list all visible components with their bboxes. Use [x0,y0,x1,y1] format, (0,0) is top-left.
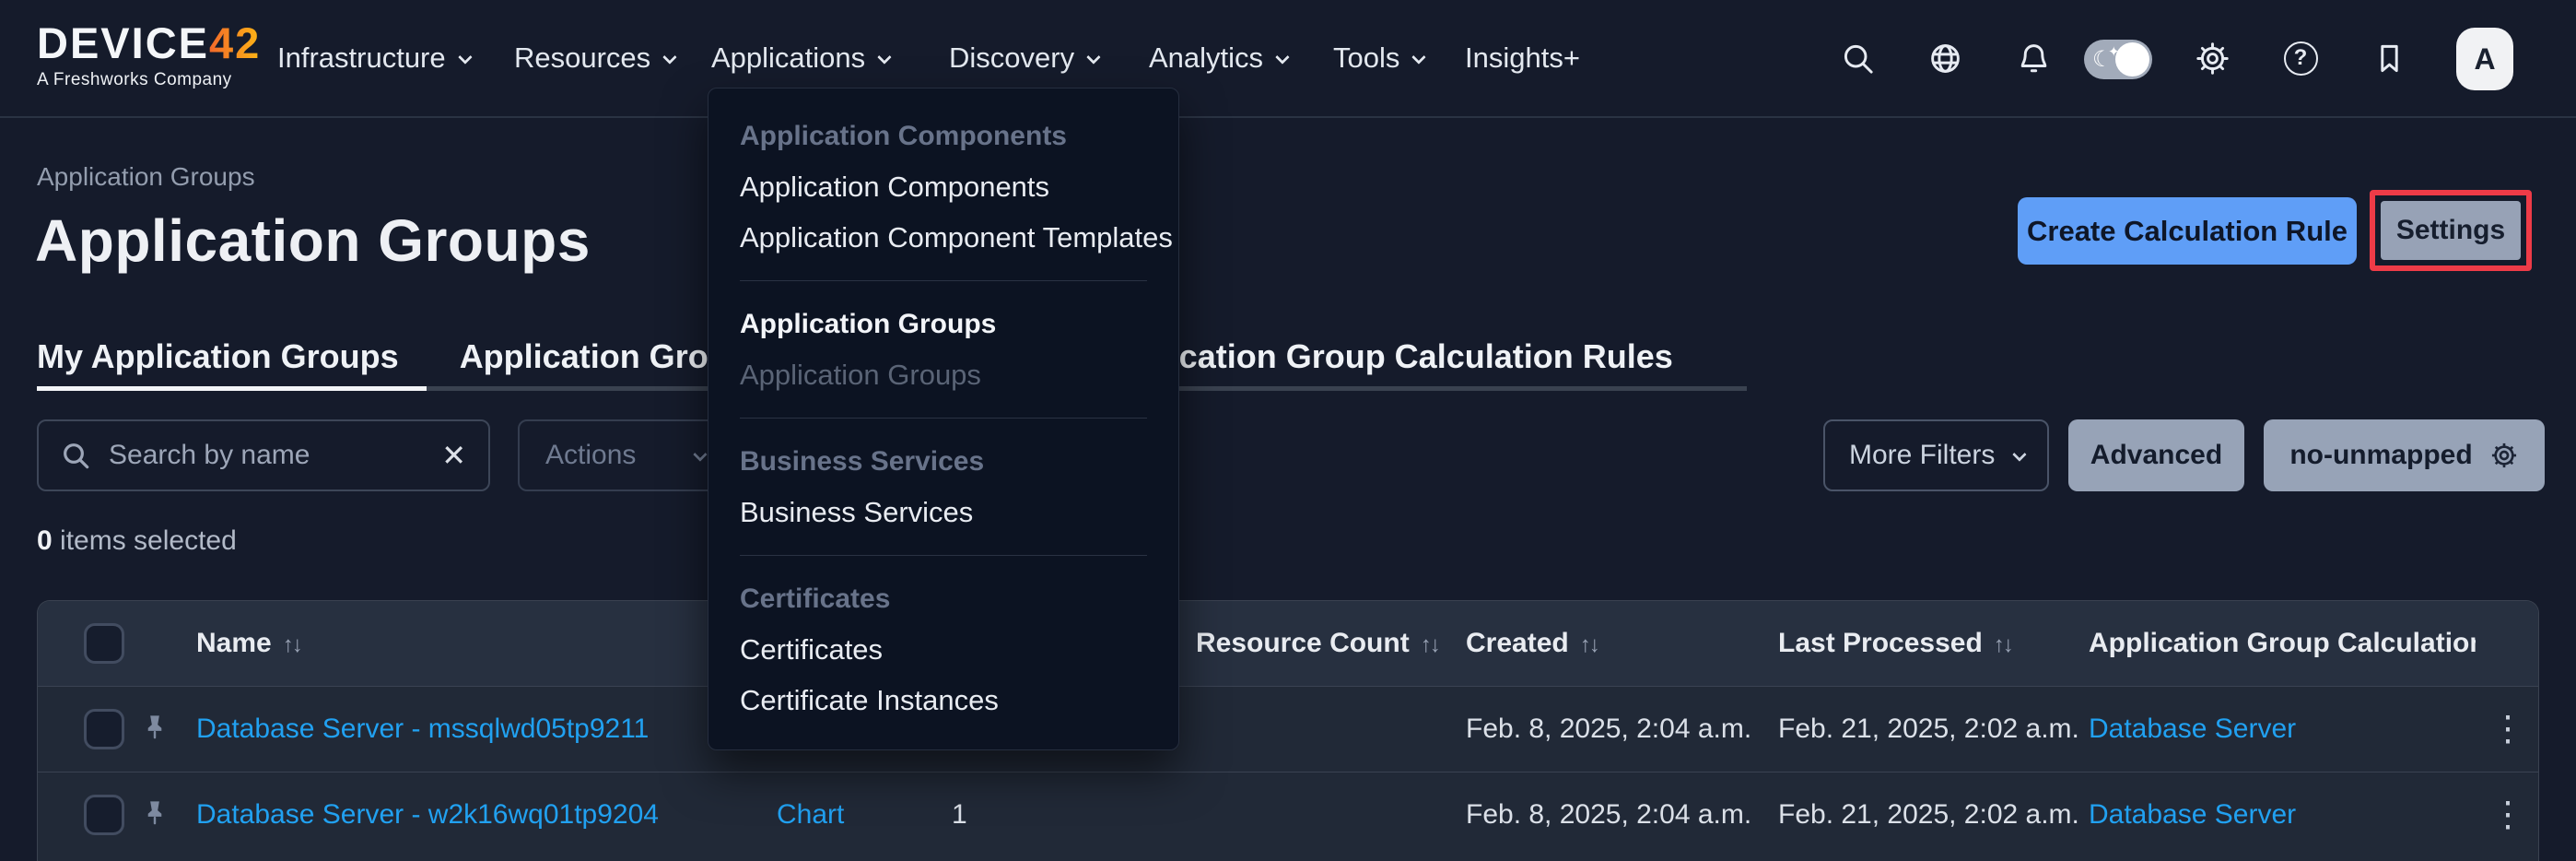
chevron-down-icon [662,50,677,65]
search-icon[interactable] [1836,0,1879,116]
toggle-knob [2115,42,2149,77]
clear-search-icon[interactable]: ✕ [441,438,466,473]
application-group-link[interactable]: Database Server - w2k16wq01tp9204 [196,799,659,830]
search-input[interactable]: Search by name ✕ [37,419,490,491]
menu-section-application-groups: Application Groups [708,299,1178,349]
menu-section-application-components: Application Components [708,111,1178,161]
calculation-rule-link[interactable]: Database Server [2089,799,2296,830]
chevron-down-icon [1412,50,1427,65]
column-header-calculation-rule[interactable]: Application Group Calculation R [2089,628,2476,659]
user-avatar[interactable]: A [2456,28,2513,90]
logo-accent-42: 42 [209,18,261,67]
globe-icon[interactable] [1924,0,1966,116]
created-value: Feb. 8, 2025, 2:04 a.m. [1466,799,1778,831]
row-menu-kebab-icon[interactable]: ⋮ [2476,801,2539,829]
selection-count: 0 [37,525,53,556]
last-processed-value: Feb. 21, 2025, 2:02 a.m. [1778,799,2089,831]
saved-view-no-unmapped-button[interactable]: no-unmapped [2264,419,2545,491]
sort-icon[interactable]: ↑↓ [1994,632,2012,657]
help-icon[interactable]: ? [2279,0,2322,116]
menu-divider [740,418,1147,419]
column-header-created[interactable]: Created↑↓ [1466,628,1778,659]
application-groups-table: Name↑↓ Resource Count↑↓ Created↑↓ Last P… [37,600,2539,861]
row-menu-kebab-icon[interactable]: ⋮ [2476,715,2539,743]
chevron-down-icon [2012,447,2027,462]
selection-label: items selected [60,525,237,556]
created-value: Feb. 8, 2025, 2:04 a.m. [1466,714,1778,745]
chevron-down-icon [458,50,473,65]
count-value: 1 [952,799,1196,831]
menu-section-business-services: Business Services [708,436,1178,487]
pin-icon[interactable] [141,714,169,745]
menu-item-application-component-templates[interactable]: Application Component Templates [708,212,1178,263]
breadcrumb[interactable]: Application Groups [37,162,255,192]
gear-icon [2489,441,2519,470]
bookmark-icon[interactable] [2368,0,2410,116]
search-icon [61,441,90,470]
menu-item-certificates[interactable]: Certificates [708,624,1178,675]
search-placeholder: Search by name [109,440,423,471]
menu-divider [740,280,1147,281]
menu-item-application-groups[interactable]: Application Groups [708,349,1178,400]
nav-infrastructure[interactable]: Infrastructure [277,0,469,116]
table-header-row: Name↑↓ Resource Count↑↓ Created↑↓ Last P… [38,601,2538,686]
nav-insights-plus[interactable]: Insights+ [1465,0,1580,116]
table-row: Database Server - mssqlwd05tp9211 Chart … [38,686,2538,772]
settings-button[interactable]: Settings [2381,201,2521,260]
create-calculation-rule-button[interactable]: Create Calculation Rule [2018,197,2357,265]
menu-section-certificates: Certificates [708,573,1178,624]
applications-dropdown-menu: Application Components Application Compo… [708,88,1179,750]
chevron-down-icon [1086,50,1101,65]
dark-mode-toggle[interactable]: ☾ ✦ [2084,40,2152,79]
advanced-button[interactable]: Advanced [2068,419,2244,491]
device42-logo[interactable]: DEVICE42 A Freshworks Company [37,20,261,90]
sort-icon[interactable]: ↑↓ [1580,632,1598,657]
pin-icon[interactable] [141,799,169,831]
nav-tools[interactable]: Tools [1333,0,1423,116]
page-title: Application Groups [35,206,591,275]
logo-tagline: A Freshworks Company [37,70,261,90]
sort-icon[interactable]: ↑↓ [1421,632,1439,657]
actions-dropdown[interactable]: Actions [518,419,732,491]
chevron-down-icon [1275,50,1290,65]
chart-link[interactable]: Chart [777,799,844,830]
column-header-resource-count[interactable]: Resource Count↑↓ [1196,628,1466,659]
menu-item-certificate-instances[interactable]: Certificate Instances [708,675,1178,725]
chevron-down-icon [877,50,892,65]
last-processed-value: Feb. 21, 2025, 2:02 a.m. [1778,714,2089,745]
menu-divider [740,555,1147,556]
column-header-name[interactable]: Name↑↓ [196,628,777,659]
menu-item-business-services[interactable]: Business Services [708,487,1178,537]
sort-icon[interactable]: ↑↓ [283,632,301,657]
chevron-down-icon [693,447,708,462]
logo-wordmark: DEVICE42 [37,20,261,66]
application-group-link[interactable]: Database Server - mssqlwd05tp9211 [196,714,649,744]
calculation-rule-link[interactable]: Database Server [2089,714,2296,744]
gear-icon[interactable] [2191,0,2233,116]
menu-item-application-components[interactable]: Application Components [708,161,1178,212]
top-navbar: DEVICE42 A Freshworks Company Infrastruc… [0,0,2576,118]
more-filters-dropdown[interactable]: More Filters [1823,419,2049,491]
row-checkbox[interactable] [84,795,124,835]
table-row: Database Server - w2k16wq01tp9204 Chart … [38,772,2538,857]
row-checkbox[interactable] [84,709,124,749]
nav-resources[interactable]: Resources [514,0,673,116]
notifications-bell-icon[interactable] [2012,0,2055,116]
select-all-checkbox[interactable] [84,623,124,664]
tab-my-application-groups[interactable]: My Application Groups [37,324,427,391]
column-header-last-processed[interactable]: Last Processed↑↓ [1778,628,2089,659]
selection-summary: 0 items selected [37,525,237,557]
